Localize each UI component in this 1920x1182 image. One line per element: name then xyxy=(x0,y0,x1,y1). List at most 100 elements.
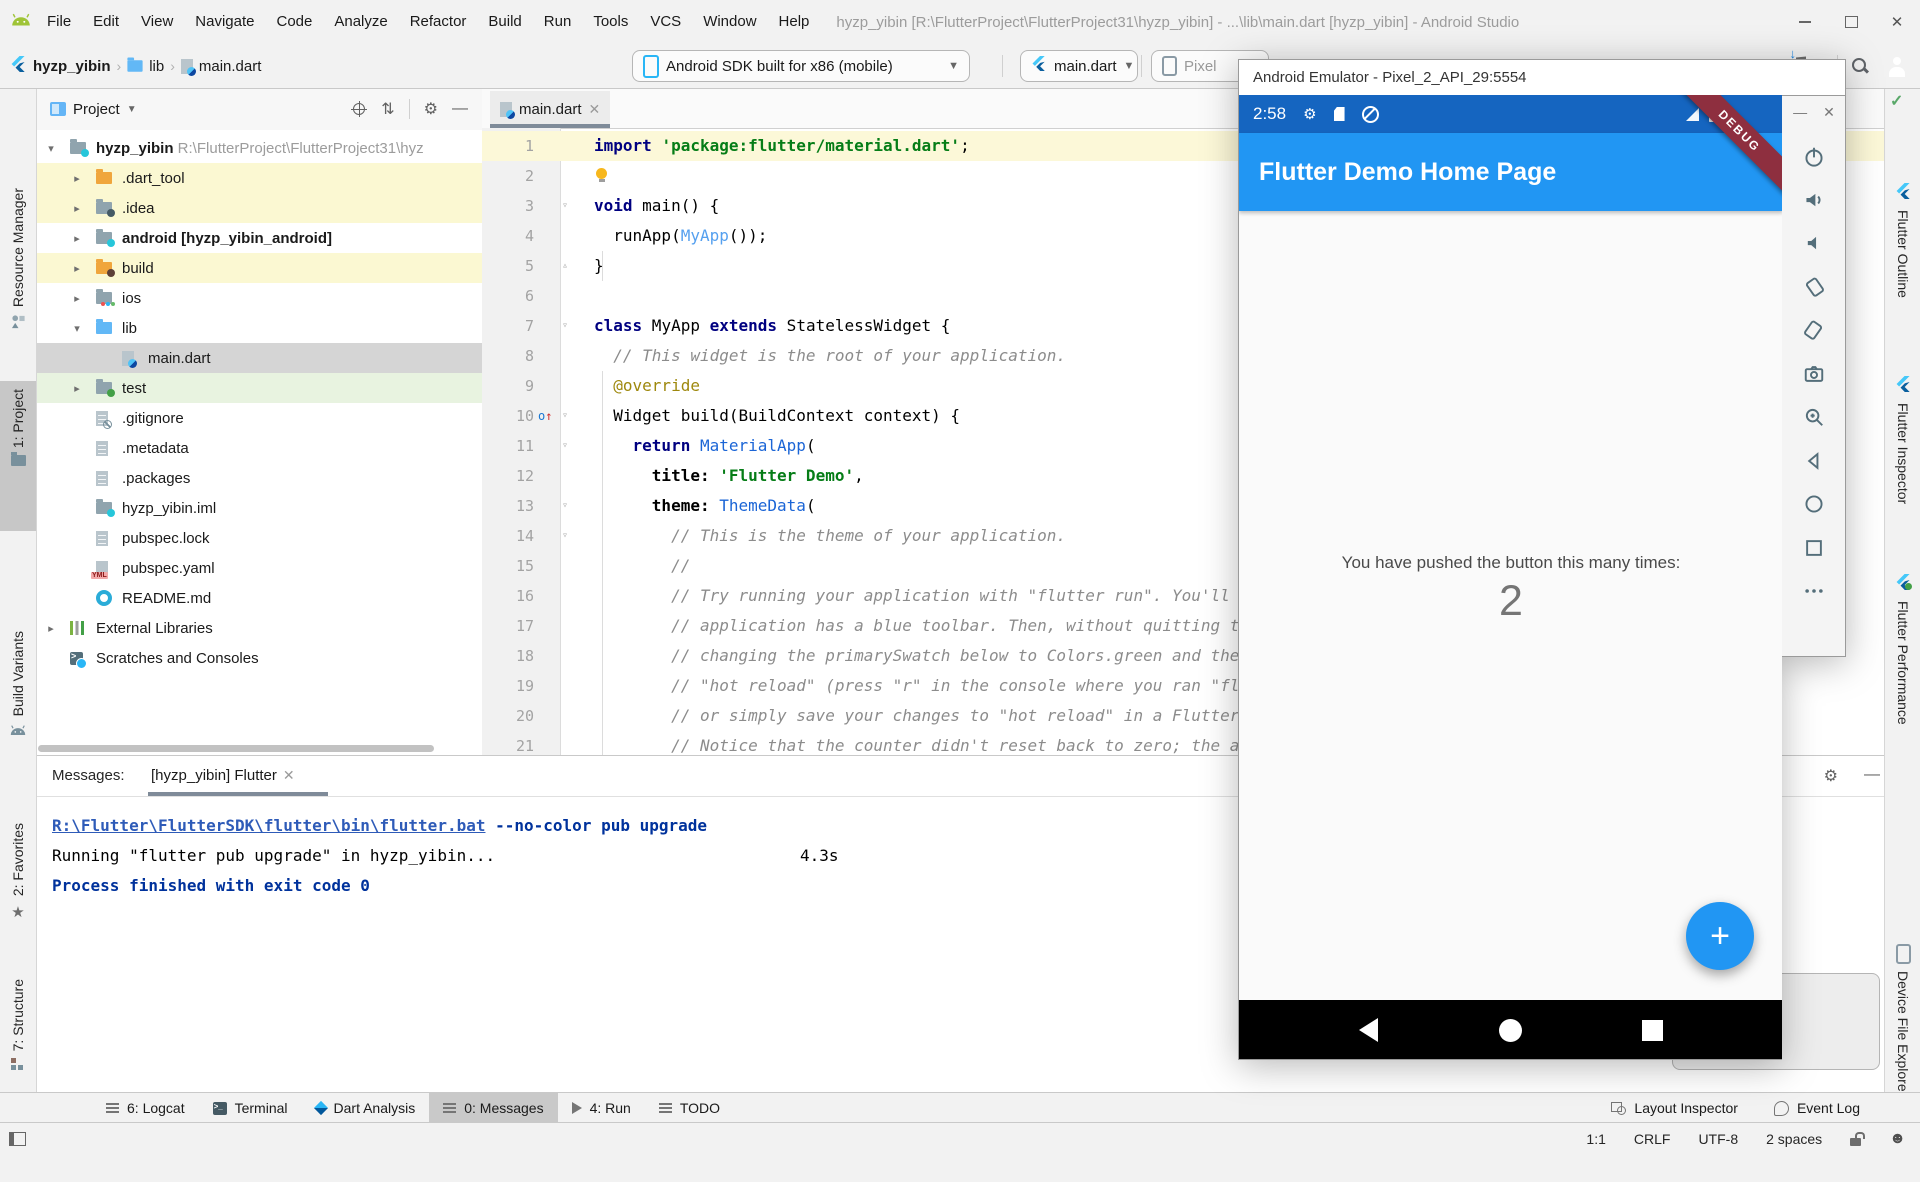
tree-collapse-arrow[interactable]: ▾ xyxy=(70,322,84,335)
tree-item-android[interactable]: ▸android [hyzp_yibin_android] xyxy=(36,223,482,253)
back-button[interactable] xyxy=(1797,443,1831,479)
breadcrumb-lib[interactable]: lib xyxy=(149,58,164,75)
gear-icon[interactable]: ⚙ xyxy=(424,99,438,119)
messages-tab[interactable]: [hyzp_yibin] Flutter✕ xyxy=(151,767,295,784)
power-button[interactable] xyxy=(1797,138,1831,174)
status-crlf[interactable]: CRLF xyxy=(1634,1131,1671,1147)
override-marker-icon[interactable]: o xyxy=(538,401,552,431)
tree-item-pubspec-yaml[interactable]: pubspec.yaml xyxy=(36,553,482,583)
nav-back-button[interactable] xyxy=(1359,1018,1378,1042)
emulator-close-button[interactable]: ✕ xyxy=(1823,104,1835,121)
rotate-left-button[interactable] xyxy=(1797,269,1831,305)
menu-analyze[interactable]: Analyze xyxy=(323,0,398,44)
lock-icon[interactable] xyxy=(1850,1138,1861,1146)
tree-item-idea[interactable]: ▸.idea xyxy=(36,193,482,223)
toolwindow-todo[interactable]: TODO xyxy=(645,1093,734,1123)
fold-open-icon[interactable]: ▿ xyxy=(562,401,568,431)
menu-tools[interactable]: Tools xyxy=(582,0,639,44)
tree-expand-arrow[interactable]: ▸ xyxy=(70,172,84,185)
status-2-spaces[interactable]: 2 spaces xyxy=(1766,1131,1822,1147)
toolwindow-0-messages[interactable]: 0: Messages xyxy=(429,1093,557,1123)
minimize-panel-icon[interactable]: — xyxy=(1864,766,1880,786)
overview-button[interactable] xyxy=(1797,530,1831,566)
tree-item-packages[interactable]: .packages xyxy=(36,463,482,493)
sidebar-item-1-project[interactable]: 1: Project xyxy=(0,381,36,531)
rotate-right-button[interactable] xyxy=(1797,312,1831,348)
tree-item-test[interactable]: ▸test xyxy=(36,373,482,403)
tree-item-ios[interactable]: ▸ios xyxy=(36,283,482,313)
tree-item-hyzp-yibin[interactable]: ▾hyzp_yibin R:\FlutterProject\FlutterPro… xyxy=(36,133,482,163)
fold-open-icon[interactable]: ▿ xyxy=(562,491,568,521)
tree-item-metadata[interactable]: .metadata xyxy=(36,433,482,463)
menu-vcs[interactable]: VCS xyxy=(639,0,692,44)
fold-close-icon[interactable]: ▵ xyxy=(562,251,568,281)
breadcrumb-file[interactable]: main.dart xyxy=(199,58,262,75)
toolwindow-6-logcat[interactable]: 6: Logcat xyxy=(92,1093,199,1123)
more-button[interactable] xyxy=(1797,573,1831,609)
tree-expand-arrow[interactable]: ▸ xyxy=(70,382,84,395)
sidebar-item-2-favorites[interactable]: 2: Favorites★ xyxy=(0,823,36,973)
home-button[interactable] xyxy=(1797,486,1831,522)
menu-window[interactable]: Window xyxy=(692,0,767,44)
toolwindow-terminal[interactable]: Terminal xyxy=(199,1093,302,1123)
camera-button[interactable] xyxy=(1797,356,1831,392)
intention-bulb-icon[interactable] xyxy=(596,168,607,179)
menu-help[interactable]: Help xyxy=(768,0,821,44)
toolwindow-dart-analysis[interactable]: Dart Analysis xyxy=(302,1093,430,1123)
fold-open-icon[interactable]: ▿ xyxy=(562,191,568,221)
tab-main-dart[interactable]: main.dart ✕ xyxy=(490,91,610,128)
sidebar-item-flutter-outline[interactable]: Flutter Outline xyxy=(1885,183,1920,355)
tree-item-lib[interactable]: ▾lib xyxy=(36,313,482,343)
toolwindow-layout-inspector[interactable]: Layout Inspector xyxy=(1597,1093,1752,1123)
sidebar-item-build-variants[interactable]: Build Variants xyxy=(0,631,36,793)
tree-expand-arrow[interactable]: ▸ xyxy=(70,232,84,245)
fold-open-icon[interactable]: ▿ xyxy=(562,311,568,341)
run-config-selector[interactable]: main.dart ▼ xyxy=(1020,50,1138,82)
toolwindow-event-log[interactable]: Event Log xyxy=(1760,1093,1874,1123)
console-link[interactable]: R:\Flutter\FlutterSDK\flutter\bin\flutte… xyxy=(52,816,485,835)
minimize-button[interactable] xyxy=(1782,0,1828,44)
menu-view[interactable]: View xyxy=(130,0,184,44)
tree-expand-arrow[interactable]: ▸ xyxy=(44,622,58,635)
tree-expand-arrow[interactable]: ▸ xyxy=(70,292,84,305)
tree-collapse-arrow[interactable]: ▾ xyxy=(44,142,58,155)
hide-panel-icon[interactable]: — xyxy=(452,100,468,118)
chevron-down-icon[interactable]: ▼ xyxy=(127,104,137,115)
horizontal-scrollbar[interactable] xyxy=(38,745,434,752)
menu-navigate[interactable]: Navigate xyxy=(184,0,265,44)
emulator-minimize-button[interactable]: — xyxy=(1793,104,1807,121)
tree-item-scratches-and-consoles[interactable]: Scratches and Consoles xyxy=(36,643,482,673)
emulator-screen[interactable]: 2:58 ⚙ Flutter Demo Home Page DEBUG You … xyxy=(1238,95,1782,1060)
fold-open-icon[interactable]: ▿ xyxy=(562,521,568,551)
tree-item-main-dart[interactable]: main.dart xyxy=(36,343,482,373)
nav-overview-button[interactable] xyxy=(1642,1020,1663,1041)
breadcrumb-project[interactable]: hyzp_yibin xyxy=(33,58,111,75)
project-panel-title[interactable]: Project xyxy=(73,101,120,118)
close-tab-icon[interactable]: ✕ xyxy=(283,767,295,783)
status-utf-8[interactable]: UTF-8 xyxy=(1698,1131,1738,1147)
menu-file[interactable]: File xyxy=(36,0,82,44)
sidebar-item-flutter-inspector[interactable]: Flutter Inspector xyxy=(1885,376,1920,581)
sidebar-item-resource-manager[interactable]: Resource Manager xyxy=(0,188,36,370)
menu-code[interactable]: Code xyxy=(265,0,323,44)
toolwindow-4-run[interactable]: 4: Run xyxy=(558,1093,645,1123)
inspections-ok-icon[interactable]: ✓ xyxy=(1890,91,1903,111)
tree-expand-arrow[interactable]: ▸ xyxy=(70,202,84,215)
volume-down-button[interactable] xyxy=(1797,225,1831,261)
collapse-all-icon[interactable]: ⇅ xyxy=(381,99,394,119)
emulator-title-bar[interactable]: Android Emulator - Pixel_2_API_29:5554 xyxy=(1238,59,1846,95)
tool-window-toggle-icon[interactable] xyxy=(9,1132,26,1146)
menu-refactor[interactable]: Refactor xyxy=(399,0,478,44)
zoom-button[interactable] xyxy=(1797,399,1831,435)
volume-up-button[interactable] xyxy=(1797,182,1831,218)
menu-edit[interactable]: Edit xyxy=(82,0,130,44)
status-1-1[interactable]: 1:1 xyxy=(1586,1131,1605,1147)
menu-build[interactable]: Build xyxy=(477,0,532,44)
close-tab-icon[interactable]: ✕ xyxy=(589,101,601,118)
nav-home-button[interactable] xyxy=(1499,1019,1522,1042)
locate-file-icon[interactable] xyxy=(351,101,367,117)
tree-item-dart-tool[interactable]: ▸.dart_tool xyxy=(36,163,482,193)
tree-item-build[interactable]: ▸build xyxy=(36,253,482,283)
menu-run[interactable]: Run xyxy=(533,0,583,44)
fold-open-icon[interactable]: ▿ xyxy=(562,431,568,461)
